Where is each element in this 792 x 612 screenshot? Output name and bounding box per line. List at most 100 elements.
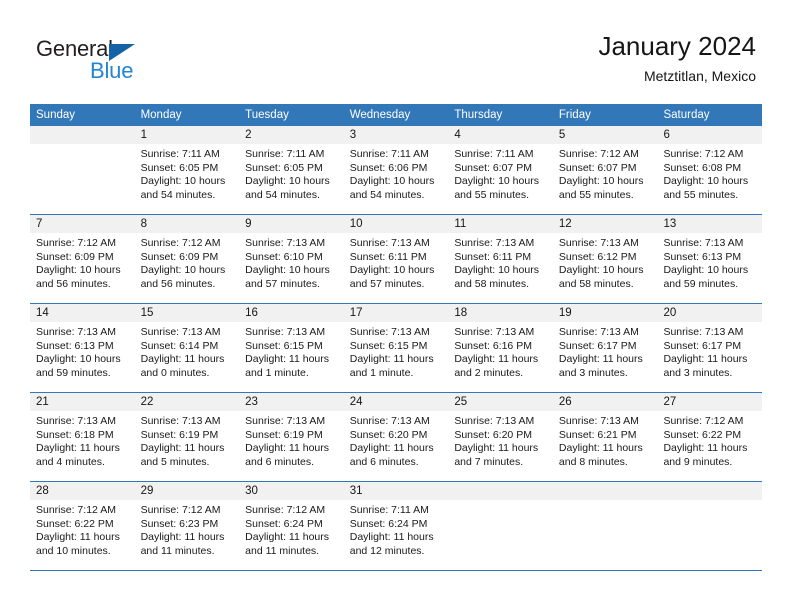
day-detail-sunset: Sunset: 6:13 PM [36, 339, 114, 352]
day-detail-sunset: Sunset: 6:19 PM [245, 428, 323, 441]
day-detail-sunset: Sunset: 6:24 PM [349, 517, 428, 530]
calendar-day-cell[interactable]: 22 Sunrise: 7:13 AM Sunset: 6:19 PM Dayligh… [134, 393, 240, 481]
day-details: Sunrise: 7:13 AM Sunset: 6:20 PM Daylight:… [344, 411, 449, 469]
calendar-day-cell[interactable]: 21 Sunrise: 7:13 AM Sunset: 6:18 PM Dayligh… [30, 393, 135, 481]
day-details: Sunrise: 7:13 AM Sunset: 6:11 PM Daylight:… [448, 233, 553, 291]
day-detail-daylight1: Daylight: 11 hours [454, 442, 539, 455]
calendar-day-cell[interactable]: 1 Sunrise: 7:11 AM Sunset: 6:05 PM Daylight… [134, 126, 240, 214]
day-number: 11 [448, 215, 553, 233]
calendar-day-cell[interactable]: 3 Sunrise: 7:11 AM Sunset: 6:06 PM Daylight… [343, 126, 449, 214]
day-detail-daylight1: Daylight: 11 hours [663, 353, 748, 366]
calendar-day-cell[interactable]: 18 Sunrise: 7:13 AM Sunset: 6:16 PM Dayligh… [448, 304, 553, 392]
calendar-day-cell[interactable]: 29 Sunrise: 7:12 AM Sunset: 6:23 PM Dayligh… [134, 482, 240, 570]
day-detail-daylight2: and 4 minutes. [36, 455, 105, 468]
day-detail-sunrise: Sunrise: 7:13 AM [663, 326, 744, 338]
day-detail-daylight2: and 55 minutes. [454, 188, 530, 201]
calendar-day-cell[interactable]: 24 Sunrise: 7:13 AM Sunset: 6:20 PM Dayligh… [343, 393, 449, 481]
day-detail-daylight1: Daylight: 10 hours [245, 175, 330, 188]
day-detail-sunrise: Sunrise: 7:13 AM [140, 415, 221, 427]
calendar-day-cell[interactable]: 17 Sunrise: 7:13 AM Sunset: 6:15 PM Dayligh… [343, 304, 449, 392]
calendar-day-cell[interactable]: 10 Sunrise: 7:13 AM Sunset: 6:11 PM Dayligh… [343, 215, 449, 303]
day-detail-sunrise: Sunrise: 7:13 AM [454, 237, 535, 249]
calendar-day-cell[interactable]: 28 Sunrise: 7:12 AM Sunset: 6:22 PM Dayligh… [30, 482, 135, 570]
day-detail-sunset: Sunset: 6:10 PM [245, 250, 323, 263]
calendar-grid: Sunday Monday Tuesday Wednesday Thursday Frid… [30, 104, 763, 571]
day-number: 6 [657, 126, 763, 144]
weekday-header-wednesday: Wednesday [349, 109, 411, 121]
day-number: 14 [30, 304, 135, 322]
day-detail-sunrise: Sunrise: 7:13 AM [558, 326, 639, 338]
calendar-day-cell[interactable]: 15 Sunrise: 7:13 AM Sunset: 6:14 PM Dayligh… [134, 304, 240, 392]
calendar-day-cell[interactable]: 13 Sunrise: 7:13 AM Sunset: 6:13 PM Dayligh… [657, 215, 763, 303]
day-detail-daylight1: Daylight: 11 hours [36, 531, 120, 544]
day-detail-daylight2: and 1 minute. [245, 366, 309, 379]
day-detail-daylight2: and 0 minutes. [140, 366, 210, 379]
day-number: 2 [239, 126, 344, 144]
day-number: 12 [552, 215, 658, 233]
day-number: 9 [239, 215, 344, 233]
day-detail-daylight2: and 9 minutes. [663, 455, 733, 468]
day-detail-daylight2: and 56 minutes. [140, 277, 216, 290]
calendar-day-cell[interactable]: 2 Sunrise: 7:11 AM Sunset: 6:05 PM Daylight… [239, 126, 344, 214]
calendar-week-row: 14 Sunrise: 7:13 AM Sunset: 6:13 PM Dayligh… [30, 303, 763, 392]
calendar-day-cell[interactable]: 19 Sunrise: 7:13 AM Sunset: 6:17 PM Dayligh… [552, 304, 658, 392]
day-details: Sunrise: 7:13 AM Sunset: 6:14 PM Daylight:… [135, 322, 240, 380]
day-detail-daylight1: Daylight: 10 hours [454, 175, 539, 188]
calendar-day-cell[interactable]: 25 Sunrise: 7:13 AM Sunset: 6:20 PM Dayligh… [448, 393, 553, 481]
day-details: Sunrise: 7:13 AM Sunset: 6:15 PM Daylight:… [344, 322, 449, 380]
day-number: 27 [657, 393, 763, 411]
day-details: Sunrise: 7:13 AM Sunset: 6:10 PM Daylight:… [239, 233, 344, 291]
day-detail-sunset: Sunset: 6:24 PM [245, 517, 323, 530]
day-number: 7 [30, 215, 135, 233]
calendar-day-cell[interactable]: 11 Sunrise: 7:13 AM Sunset: 6:11 PM Dayligh… [448, 215, 553, 303]
day-detail-sunset: Sunset: 6:07 PM [454, 161, 532, 174]
day-detail-daylight2: and 3 minutes. [663, 366, 733, 379]
calendar-day-cell[interactable]: 23 Sunrise: 7:13 AM Sunset: 6:19 PM Dayligh… [239, 393, 344, 481]
day-detail-daylight1: Daylight: 10 hours [140, 264, 226, 277]
calendar-day-cell[interactable]: 16 Sunrise: 7:13 AM Sunset: 6:15 PM Dayligh… [239, 304, 344, 392]
calendar-day-cell[interactable]: 8 Sunrise: 7:12 AM Sunset: 6:09 PM Daylight… [134, 215, 240, 303]
day-detail-daylight1: Daylight: 11 hours [245, 442, 330, 455]
day-detail-sunrise: Sunrise: 7:12 AM [36, 504, 116, 516]
calendar-day-cell[interactable]: 12 Sunrise: 7:13 AM Sunset: 6:12 PM Dayligh… [552, 215, 658, 303]
day-detail-daylight1: Daylight: 11 hours [140, 353, 225, 366]
day-details: Sunrise: 7:13 AM Sunset: 6:19 PM Daylight:… [135, 411, 240, 469]
day-detail-daylight1: Daylight: 11 hours [349, 353, 434, 366]
day-number [657, 482, 763, 500]
day-detail-sunset: Sunset: 6:19 PM [140, 428, 219, 441]
calendar-day-cell[interactable]: 7 Sunrise: 7:12 AM Sunset: 6:09 PM Daylight… [30, 215, 135, 303]
calendar-day-cell[interactable]: 27 Sunrise: 7:12 AM Sunset: 6:22 PM Dayligh… [657, 393, 763, 481]
day-number: 17 [343, 304, 449, 322]
day-detail-sunset: Sunset: 6:18 PM [36, 428, 114, 441]
calendar-day-cell[interactable]: 9 Sunrise: 7:13 AM Sunset: 6:10 PM Daylight… [239, 215, 344, 303]
calendar-day-cell[interactable]: 6 Sunrise: 7:12 AM Sunset: 6:08 PM Daylight… [657, 126, 763, 214]
day-detail-daylight2: and 3 minutes. [558, 366, 628, 379]
calendar-day-cell[interactable]: 14 Sunrise: 7:13 AM Sunset: 6:13 PM Dayligh… [30, 304, 135, 392]
day-detail-sunrise: Sunrise: 7:12 AM [663, 415, 744, 427]
day-detail-daylight2: and 54 minutes. [140, 188, 216, 201]
day-detail-daylight1: Daylight: 11 hours [349, 442, 434, 455]
day-detail-daylight1: Daylight: 10 hours [245, 264, 330, 277]
day-detail-sunrise: Sunrise: 7:13 AM [454, 415, 535, 427]
day-detail-sunset: Sunset: 6:11 PM [454, 250, 532, 263]
day-detail-sunset: Sunset: 6:17 PM [663, 339, 742, 352]
day-details: Sunrise: 7:13 AM Sunset: 6:13 PM Daylight:… [657, 233, 762, 291]
day-detail-daylight1: Daylight: 10 hours [558, 264, 644, 277]
day-detail-daylight1: Daylight: 11 hours [454, 353, 539, 366]
calendar-day-cell[interactable]: 31 Sunrise: 7:11 AM Sunset: 6:24 PM Dayligh… [343, 482, 449, 570]
day-detail-sunrise: Sunrise: 7:11 AM [245, 148, 325, 160]
day-number: 18 [448, 304, 553, 322]
calendar-day-cell[interactable]: 4 Sunrise: 7:11 AM Sunset: 6:07 PM Daylight… [448, 126, 553, 214]
title-block: January 2024 Metztitlan, Mexico [598, 30, 756, 86]
calendar-day-cell[interactable]: 5 Sunrise: 7:12 AM Sunset: 6:07 PM Daylight… [552, 126, 658, 214]
calendar-day-cell[interactable]: 30 Sunrise: 7:12 AM Sunset: 6:24 PM Dayligh… [239, 482, 344, 570]
day-detail-sunset: Sunset: 6:13 PM [663, 250, 742, 263]
day-detail-sunset: Sunset: 6:14 PM [140, 339, 219, 352]
day-number: 16 [239, 304, 344, 322]
day-number: 26 [552, 393, 658, 411]
weekday-header-tuesday: Tuesday [245, 109, 289, 121]
day-detail-daylight1: Daylight: 10 hours [349, 264, 435, 277]
calendar-day-cell[interactable]: 26 Sunrise: 7:13 AM Sunset: 6:21 PM Dayligh… [552, 393, 658, 481]
day-detail-sunset: Sunset: 6:16 PM [454, 339, 532, 352]
calendar-day-cell[interactable]: 20 Sunrise: 7:13 AM Sunset: 6:17 PM Dayligh… [657, 304, 763, 392]
